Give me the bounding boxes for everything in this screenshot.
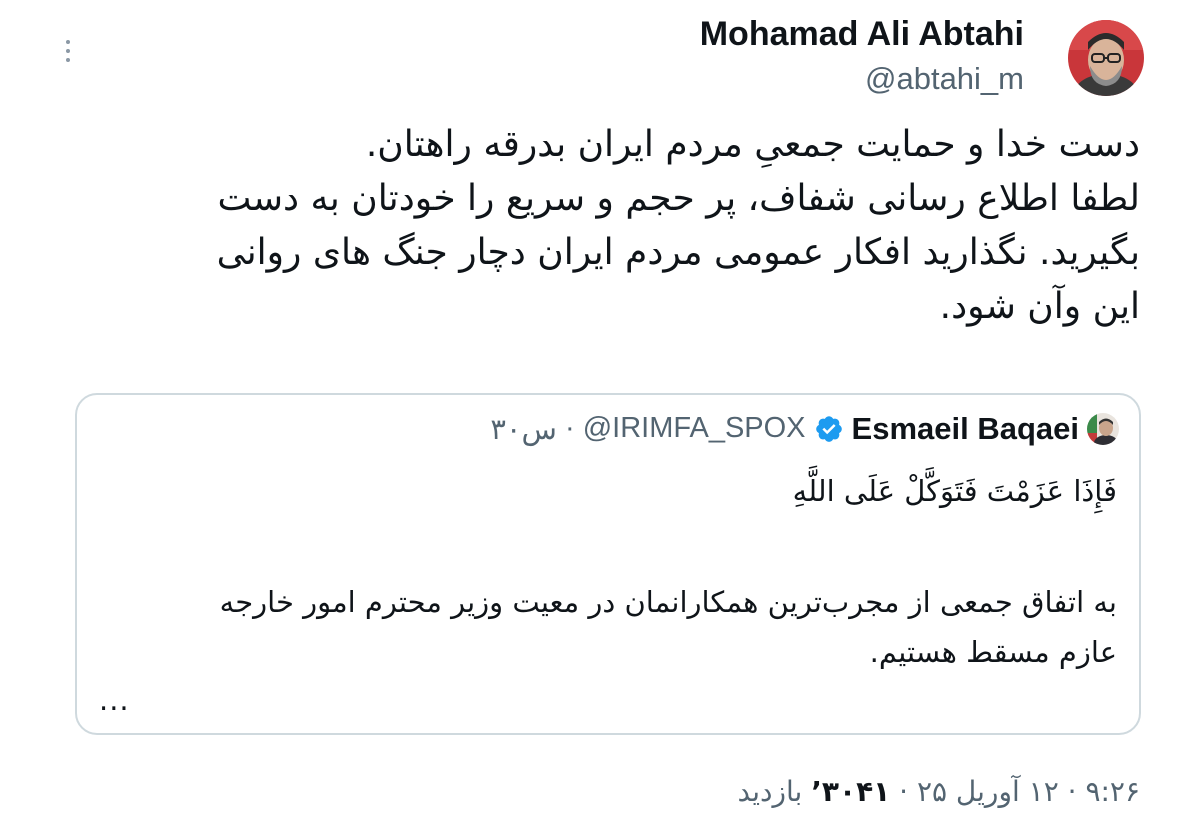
quoted-body-line: به اتفاق جمعی از مجرب‌ترین همکارانمان در… xyxy=(219,585,1117,619)
views-label: بازدید xyxy=(737,775,812,808)
footer-separator: · xyxy=(890,775,917,808)
quoted-tweet-text: فَإِذَا عَزَمْتَ فَتَوَكَّلْ عَلَى اللَّ… xyxy=(107,465,1117,677)
quoted-author-name: Esmaeil Baqaei xyxy=(851,411,1079,446)
quoted-time: ۳۰س xyxy=(490,413,557,446)
quoted-author-handle: @IRIMFA_SPOX xyxy=(582,411,806,444)
show-more-ellipsis[interactable]: ... xyxy=(99,685,130,715)
quoted-body-line: عازم مسقط هستیم. xyxy=(869,635,1117,669)
tweet-date[interactable]: ۱۲ آوریل ۲۵ xyxy=(917,775,1059,808)
meta-separator: · xyxy=(556,411,583,444)
footer-separator: · xyxy=(1058,775,1086,808)
views-count: ۳۰۴۱’ xyxy=(811,775,891,808)
quoted-avatar-image xyxy=(1087,413,1119,445)
tweet-time[interactable]: ۹:۲۶ xyxy=(1085,775,1140,808)
verified-badge-icon xyxy=(815,416,842,442)
dot xyxy=(66,49,70,53)
author-handle[interactable]: @abtahi_m xyxy=(865,60,1024,98)
avatar-image xyxy=(1068,20,1144,96)
tweet-text: دست خدا و حمایت جمعیِ مردم ایران بدرقه ر… xyxy=(120,118,1140,334)
dot xyxy=(66,40,70,44)
author-name[interactable]: Mohamad Ali Abtahi xyxy=(700,14,1024,54)
quoted-tweet-header: Esmaeil Baqaei @IRIMFA_SPOX · ۳۰س xyxy=(490,411,1119,447)
quoted-verse: فَإِذَا عَزَمْتَ فَتَوَكَّلْ عَلَى اللَّ… xyxy=(792,474,1117,508)
tweet-line: بگیرید. نگذارید افکار عمومی مردم ایران د… xyxy=(216,232,1140,273)
quoted-tweet-card[interactable]: Esmaeil Baqaei @IRIMFA_SPOX · ۳۰س فَإِذَ… xyxy=(75,393,1141,735)
tweet-line: این وآن شود. xyxy=(939,286,1140,327)
quoted-author-avatar xyxy=(1087,413,1119,445)
quoted-meta: @IRIMFA_SPOX · ۳۰س xyxy=(490,412,805,447)
tweet-line: لطفا اطلاع رسانی شفاف، پر حجم و سریع را … xyxy=(217,178,1140,219)
dot xyxy=(66,58,70,62)
tweet-footer: ۹:۲۶ · ۱۲ آوریل ۲۵ · ۳۰۴۱’ بازدید xyxy=(738,770,1140,814)
author-avatar[interactable] xyxy=(1068,20,1144,96)
tweet-line: دست خدا و حمایت جمعیِ مردم ایران بدرقه ر… xyxy=(365,124,1140,165)
more-vertical-icon[interactable] xyxy=(56,34,80,68)
